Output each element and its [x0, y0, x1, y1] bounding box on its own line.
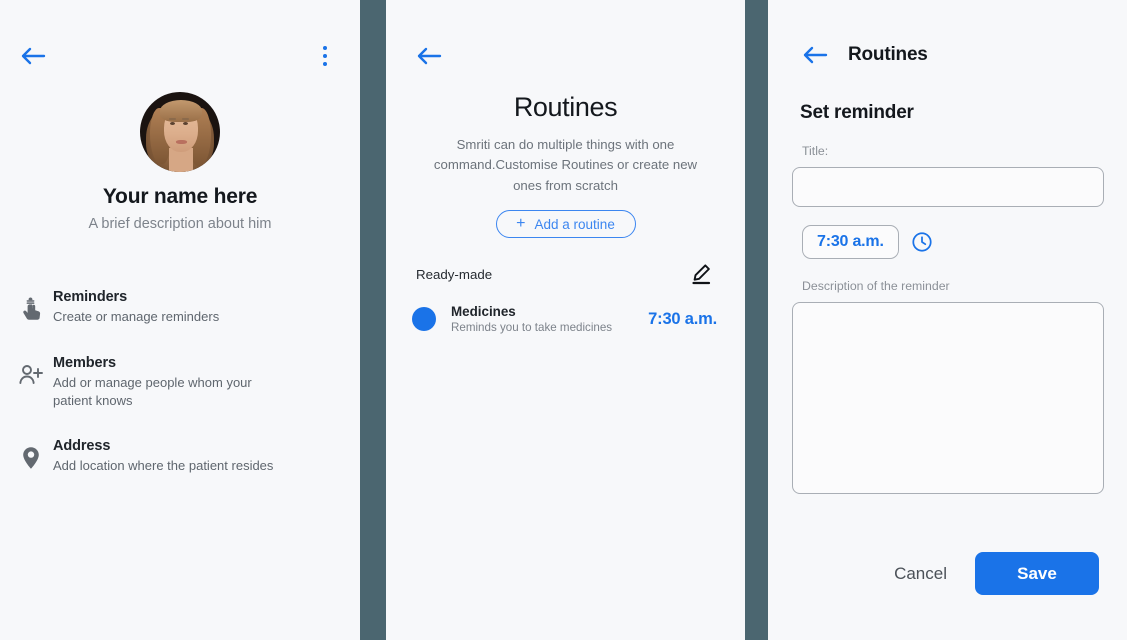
panel-divider-1: [360, 0, 386, 640]
routine-subtitle: Reminds you to take medicines: [451, 321, 613, 335]
routine-texts: Medicines Reminds you to take medicines: [451, 304, 648, 334]
avatar-container: [0, 92, 360, 172]
save-button[interactable]: Save: [975, 552, 1099, 595]
map-pin-icon: [14, 438, 48, 470]
time-row: 7:30 a.m.: [768, 225, 1127, 259]
routine-color-dot: [412, 307, 436, 332]
sidebar-item-members[interactable]: Members Add or manage people whom your p…: [0, 355, 360, 410]
back-arrow-icon[interactable]: [414, 41, 444, 71]
reminder-topbar: Routines: [768, 40, 1127, 70]
title-field-label: Title:: [802, 144, 829, 158]
profile-panel: Your name here A brief description about…: [0, 0, 360, 640]
sidebar-item-title: Address: [53, 438, 111, 455]
routines-panel: Routines Smriti can do multiple things w…: [386, 0, 745, 640]
clock-icon[interactable]: [911, 231, 933, 253]
routine-list-item[interactable]: Medicines Reminds you to take medicines …: [386, 304, 745, 334]
section-label: Ready-made: [416, 266, 493, 282]
time-picker-chip[interactable]: 7:30 a.m.: [802, 225, 899, 259]
sidebar-item-reminders[interactable]: Reminders Create or manage reminders: [0, 289, 360, 326]
profile-description: A brief description about him: [88, 216, 272, 232]
reminder-actions: Cancel Save: [768, 552, 1127, 595]
sidebar-item-texts: Address Add location where the patient r…: [48, 438, 273, 475]
back-arrow-icon[interactable]: [800, 40, 830, 70]
set-reminder-panel: Routines Set reminder Title: 7:30 a.m. D…: [768, 0, 1127, 640]
cancel-button[interactable]: Cancel: [884, 556, 957, 592]
routine-name: Medicines: [451, 304, 516, 320]
person-add-icon: [14, 355, 48, 387]
sidebar-item-subtitle: Create or manage reminders: [53, 309, 220, 324]
sidebar-item-subtitle: Add or manage people whom your patient k…: [53, 374, 252, 408]
profile-name: Your name here: [102, 185, 258, 208]
title-input[interactable]: [791, 167, 1104, 207]
description-field-label: Description of the reminder: [802, 279, 950, 293]
back-arrow-icon[interactable]: [18, 41, 48, 71]
sidebar-item-address[interactable]: Address Add location where the patient r…: [0, 438, 360, 475]
section-title: Set reminder: [800, 102, 914, 123]
sidebar-item-title: Reminders: [53, 289, 128, 305]
profile-topbar: [0, 28, 360, 84]
routines-topbar: [386, 28, 745, 84]
avatar: [140, 92, 220, 172]
profile-menu: Reminders Create or manage reminders Mem…: [0, 289, 360, 475]
sidebar-item-texts: Reminders Create or manage reminders: [48, 289, 219, 326]
ready-made-header: Ready-made: [386, 262, 745, 286]
add-routine-button[interactable]: + Add a routine: [495, 210, 636, 239]
finger-with-string-icon: [14, 289, 48, 321]
panel-divider-2: [745, 0, 768, 640]
sidebar-item-title: Members: [53, 354, 116, 371]
routine-time: 7:30 a.m.: [648, 309, 717, 328]
add-routine-label: Add a routine: [534, 216, 615, 232]
sidebar-item-texts: Members Add or manage people whom your p…: [48, 355, 288, 410]
panel-header-title: Routines: [848, 44, 928, 65]
plus-icon: +: [516, 215, 526, 233]
pencil-edit-icon[interactable]: [689, 262, 713, 286]
description-textarea[interactable]: [791, 302, 1104, 494]
three-panel-screen: Your name here A brief description about…: [0, 0, 1127, 640]
page-title: Routines: [513, 92, 618, 122]
kebab-menu-icon[interactable]: [312, 41, 338, 71]
sidebar-item-subtitle: Add location where the patient resides: [53, 458, 274, 474]
page-subtitle: Smriti can do multiple things with one c…: [433, 137, 698, 193]
